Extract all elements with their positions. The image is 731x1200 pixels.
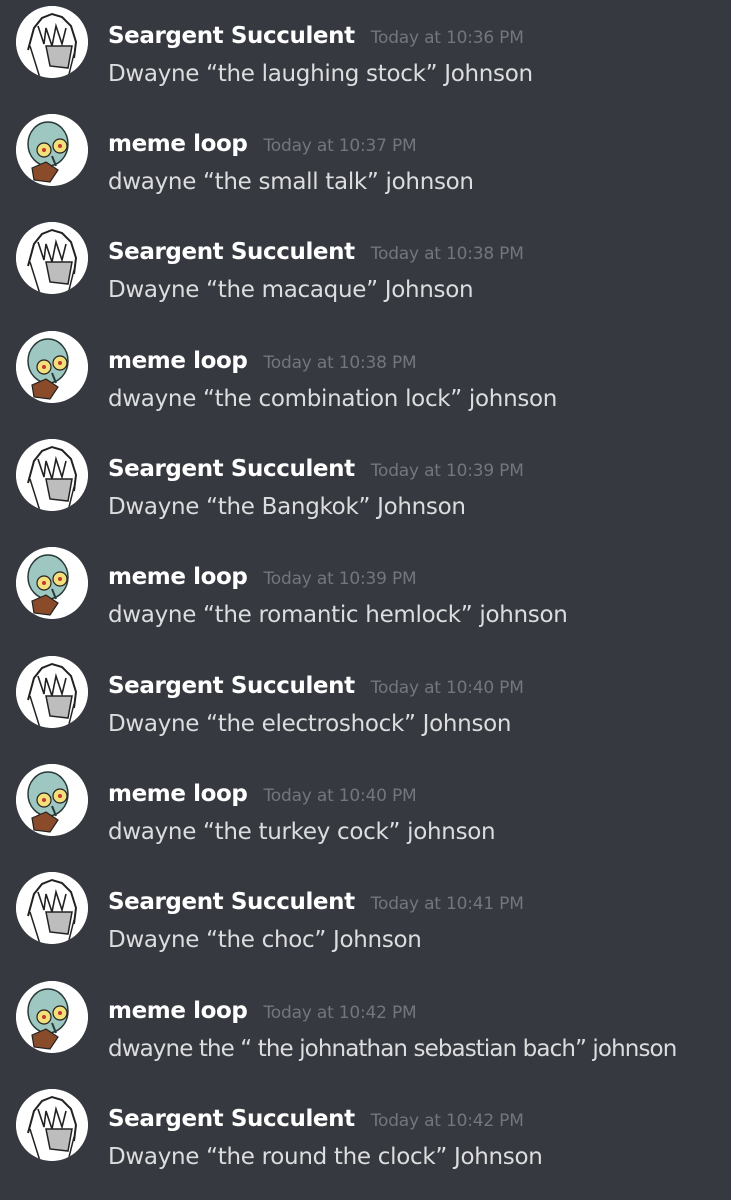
author-name[interactable]: meme loop (108, 781, 248, 807)
message-text: dwayne “the combination lock” johnson (108, 386, 558, 412)
message-header: meme loop Today at 10:39 PM (108, 561, 417, 595)
author-name[interactable]: meme loop (108, 131, 248, 157)
message-header: meme loop Today at 10:42 PM (108, 995, 417, 1029)
message-text: dwayne “the turkey cock” johnson (108, 819, 496, 845)
squidward-avatar[interactable] (16, 331, 88, 403)
anime-character-avatar[interactable] (16, 656, 88, 728)
message-text: dwayne “the small talk” johnson (108, 169, 474, 195)
anime-character-avatar[interactable] (16, 872, 88, 944)
author-name[interactable]: Seargent Succulent (108, 1106, 355, 1132)
message-timestamp: Today at 10:36 PM (370, 28, 524, 48)
message-text: Dwayne “the Bangkok” Johnson (108, 494, 466, 520)
chat-message: Seargent Succulent Today at 10:39 PM Dway… (0, 433, 731, 533)
message-timestamp: Today at 10:38 PM (370, 244, 524, 264)
squidward-avatar[interactable] (16, 764, 88, 836)
squidward-avatar[interactable] (16, 981, 88, 1053)
message-header: Seargent Succulent Today at 10:42 PM (108, 1103, 524, 1137)
message-timestamp: Today at 10:42 PM (370, 1111, 524, 1131)
author-name[interactable]: meme loop (108, 998, 248, 1024)
chat-message: meme loop Today at 10:40 PM dwayne “the t… (0, 758, 731, 858)
squidward-avatar[interactable] (16, 547, 88, 619)
message-timestamp: Today at 10:37 PM (263, 136, 417, 156)
chat-message: meme loop Today at 10:42 PM dwayne the “ … (0, 975, 731, 1075)
chat-message: Seargent Succulent Today at 10:41 PM Dway… (0, 866, 731, 966)
anime-character-avatar[interactable] (16, 1089, 88, 1161)
message-header: meme loop Today at 10:40 PM (108, 778, 417, 812)
message-text: Dwayne “the electroshock” Johnson (108, 711, 512, 737)
chat-message: meme loop Today at 10:39 PM dwayne “the r… (0, 541, 731, 641)
message-timestamp: Today at 10:38 PM (263, 353, 417, 373)
message-header: Seargent Succulent Today at 10:36 PM (108, 20, 524, 54)
chat-message: Seargent Succulent Today at 10:42 PM Dway… (0, 1083, 731, 1183)
message-timestamp: Today at 10:40 PM (263, 786, 417, 806)
message-text: Dwayne “the round the clock” Johnson (108, 1144, 543, 1170)
message-text: dwayne the “ the johnathan sebastian bac… (108, 1036, 677, 1062)
author-name[interactable]: Seargent Succulent (108, 889, 355, 915)
message-timestamp: Today at 10:39 PM (263, 569, 417, 589)
author-name[interactable]: Seargent Succulent (108, 456, 355, 482)
chat-message: Seargent Succulent Today at 10:40 PM Dway… (0, 650, 731, 750)
message-header: meme loop Today at 10:37 PM (108, 128, 417, 162)
chat-message: Seargent Succulent Today at 10:38 PM Dway… (0, 216, 731, 316)
author-name[interactable]: Seargent Succulent (108, 239, 355, 265)
author-name[interactable]: meme loop (108, 348, 248, 374)
author-name[interactable]: Seargent Succulent (108, 23, 355, 49)
message-text: Dwayne “the choc” Johnson (108, 927, 422, 953)
chat-message: meme loop Today at 10:38 PM dwayne “the c… (0, 325, 731, 425)
message-text: dwayne “the romantic hemlock” johnson (108, 602, 568, 628)
message-header: Seargent Succulent Today at 10:39 PM (108, 453, 524, 487)
author-name[interactable]: meme loop (108, 564, 248, 590)
chat-message: Seargent Succulent Today at 10:36 PM Dway… (0, 0, 731, 100)
squidward-avatar[interactable] (16, 114, 88, 186)
message-timestamp: Today at 10:41 PM (370, 894, 524, 914)
message-header: Seargent Succulent Today at 10:40 PM (108, 670, 524, 704)
message-header: Seargent Succulent Today at 10:38 PM (108, 236, 524, 270)
message-timestamp: Today at 10:42 PM (263, 1003, 417, 1023)
anime-character-avatar[interactable] (16, 222, 88, 294)
chat-message-list: Seargent Succulent Today at 10:36 PM Dway… (0, 0, 731, 1200)
message-timestamp: Today at 10:40 PM (370, 678, 524, 698)
message-timestamp: Today at 10:39 PM (370, 461, 524, 481)
message-text: Dwayne “the laughing stock” Johnson (108, 61, 533, 87)
message-text: Dwayne “the macaque” Johnson (108, 277, 474, 303)
anime-character-avatar[interactable] (16, 439, 88, 511)
chat-message: meme loop Today at 10:37 PM dwayne “the s… (0, 108, 731, 208)
anime-character-avatar[interactable] (16, 6, 88, 78)
message-header: Seargent Succulent Today at 10:41 PM (108, 886, 524, 920)
author-name[interactable]: Seargent Succulent (108, 673, 355, 699)
message-header: meme loop Today at 10:38 PM (108, 345, 417, 379)
